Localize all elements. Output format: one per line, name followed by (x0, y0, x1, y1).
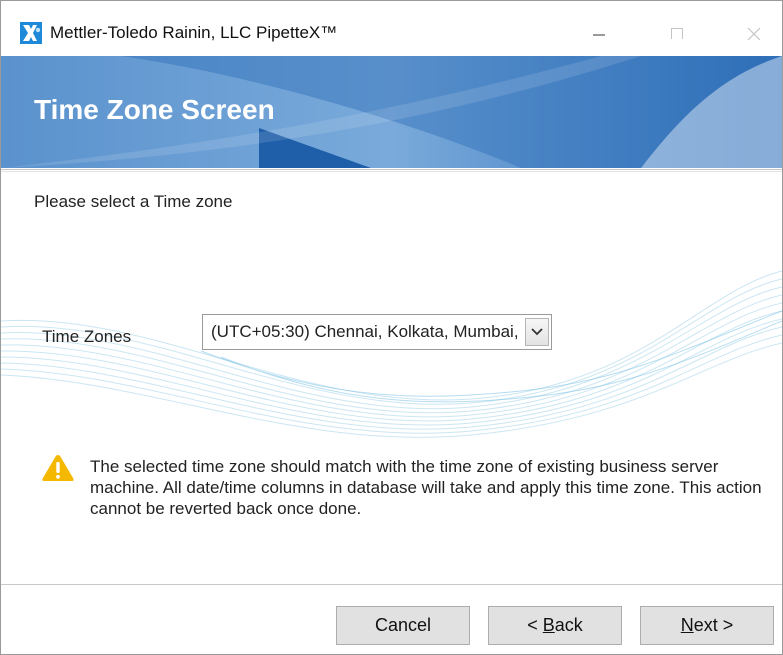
time-zones-label: Time Zones (42, 327, 132, 346)
back-button-label: < Back (527, 615, 583, 636)
time-zone-value: (UTC+05:30) Chennai, Kolkata, Mumbai, Ne… (211, 322, 521, 341)
window-title: Mettler-Toledo Rainin, LLC PipetteX™ (50, 23, 338, 42)
next-button-label: Next > (681, 615, 734, 636)
background-waves (1, 270, 782, 438)
next-button[interactable]: Next > (640, 606, 774, 645)
cancel-button-label: Cancel (374, 615, 432, 635)
footer-divider (1, 584, 782, 585)
time-zone-select[interactable]: (UTC+05:30) Chennai, Kolkata, Mumbai, Ne… (202, 314, 552, 350)
back-prefix: < (527, 615, 543, 635)
warning-icon (42, 455, 74, 481)
installer-window: Mettler-Toledo Rainin, LLC PipetteX™ Tim… (0, 0, 783, 655)
maximize-button[interactable] (654, 11, 700, 53)
title-bar[interactable]: Mettler-Toledo Rainin, LLC PipetteX™ (1, 1, 782, 56)
close-button[interactable] (731, 11, 777, 53)
header-divider (1, 169, 782, 170)
cancel-button[interactable]: Cancel (336, 606, 470, 645)
close-icon (747, 27, 761, 40)
x-logo-icon (20, 22, 42, 44)
dropdown-button[interactable] (525, 318, 549, 346)
back-button[interactable]: < Back (488, 606, 622, 645)
back-mnemonic: B (542, 615, 555, 635)
chevron-down-icon (531, 328, 543, 336)
back-rest: ack (554, 615, 583, 635)
maximize-icon (671, 28, 683, 39)
next-mnemonic: N (680, 615, 694, 635)
minimize-button[interactable] (576, 11, 622, 53)
select-prompt: Please select a Time zone (34, 192, 233, 211)
header-divider-light (1, 171, 782, 172)
banner-title: Time Zone Screen (34, 94, 275, 125)
header-banner: Time Zone Screen (1, 56, 782, 168)
minimize-icon (593, 34, 605, 36)
next-rest: ext > (693, 615, 734, 635)
warning-message: The selected time zone should match with… (90, 457, 762, 518)
